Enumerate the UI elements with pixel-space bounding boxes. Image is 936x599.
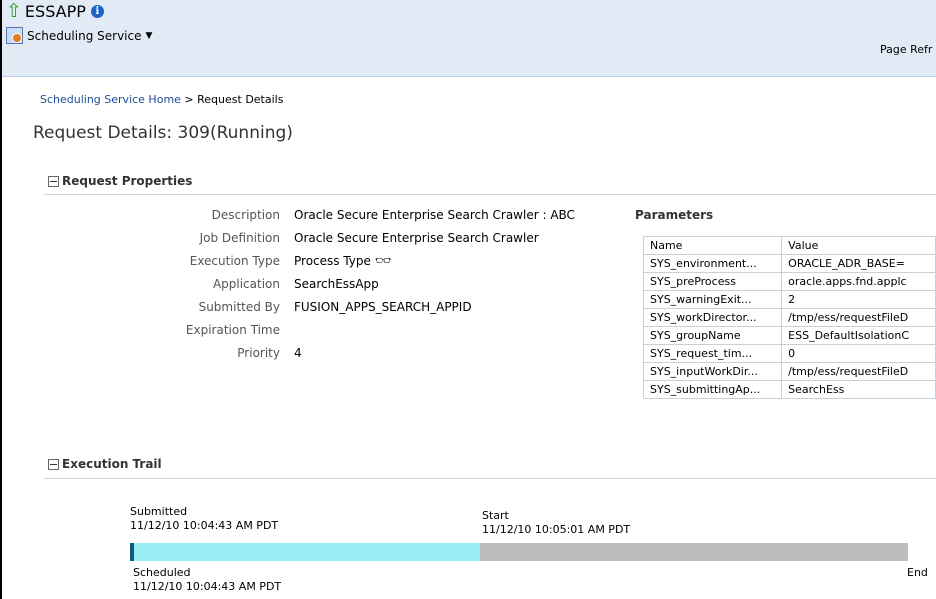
property-row: Submitted By FUSION_APPS_SEARCH_APPID [120, 300, 600, 320]
info-icon[interactable]: i [90, 4, 104, 18]
param-name: SYS_preProcess [642, 272, 783, 291]
param-name: SYS_submittingAp... [642, 380, 783, 399]
table-row[interactable]: SYS_warningExit... 2 [642, 290, 936, 309]
execution-progress-completed [130, 543, 480, 561]
execution-trail-heading: Execution Trail [62, 457, 162, 471]
window-left-border [0, 0, 2, 599]
property-label: Job Definition [199, 231, 280, 245]
property-label: Application [212, 277, 280, 291]
breadcrumb-separator: > [184, 93, 194, 106]
scheduled-time: 11/12/10 10:04:43 AM PDT [133, 580, 282, 593]
table-row[interactable]: SYS_groupName ESS_DefaultIsolationC [642, 326, 936, 345]
breadcrumb-home-link[interactable]: Scheduling Service Home [40, 93, 181, 106]
scheduled-label: Scheduled [133, 566, 191, 579]
property-label: Priority [237, 346, 280, 360]
param-value: ESS_DefaultIsolationC [781, 326, 936, 345]
app-name: ESSAPP [24, 1, 86, 21]
start-label: Start [482, 509, 509, 522]
request-properties-heading: Request Properties [62, 174, 193, 188]
scheduling-service-label: Scheduling Service [27, 28, 142, 43]
param-value: /tmp/ess/requestFileD [781, 362, 936, 381]
property-label: Submitted By [198, 300, 280, 314]
parameters-table: Name Value SYS_environment... ORACLE_ADR… [642, 236, 936, 399]
param-name: SYS_inputWorkDir... [642, 362, 783, 381]
property-value-with-icon: Process Type 👓︎ [294, 254, 391, 269]
property-value: Process Type [294, 254, 371, 268]
collapse-minus-icon[interactable] [48, 175, 59, 187]
property-label: Description [211, 208, 280, 222]
section-divider [44, 194, 936, 195]
execution-progress-pending [480, 543, 908, 561]
app-title: ⇧ ESSAPP i [6, 1, 104, 21]
column-header-value[interactable]: Value [781, 236, 936, 255]
property-row: Job Definition Oracle Secure Enterprise … [120, 231, 600, 251]
property-row: Execution Type Process Type 👓︎ [120, 254, 600, 274]
property-value: SearchEssApp [294, 277, 379, 291]
start-time: 11/12/10 10:05:01 AM PDT [482, 523, 631, 536]
table-row[interactable]: SYS_inputWorkDir... /tmp/ess/requestFile… [642, 362, 936, 381]
property-row: Application SearchEssApp [120, 277, 600, 297]
param-name: SYS_groupName [642, 326, 783, 345]
execution-progress-marker [130, 543, 134, 561]
collapse-minus-icon[interactable] [48, 458, 59, 470]
table-row[interactable]: SYS_request_tim... 0 [642, 344, 936, 363]
property-value: FUSION_APPS_SEARCH_APPID [294, 300, 472, 314]
param-value: oracle.apps.fnd.applc [781, 272, 936, 291]
param-name: SYS_workDirector... [642, 308, 783, 327]
submitted-time: 11/12/10 10:04:43 AM PDT [130, 519, 279, 532]
execution-trail-header[interactable]: Execution Trail [48, 457, 162, 471]
property-value: 4 [294, 346, 302, 360]
param-value: 2 [781, 290, 936, 309]
submitted-label: Submitted [130, 505, 188, 518]
table-row[interactable]: SYS_workDirector... /tmp/ess/requestFile… [642, 308, 936, 327]
property-row: Expiration Time [120, 323, 600, 343]
property-row: Priority 4 [120, 346, 600, 366]
property-label: Execution Type [189, 254, 280, 268]
scheduling-service-menu[interactable]: Scheduling Service ▼ [6, 27, 152, 44]
column-header-name[interactable]: Name [642, 236, 783, 255]
param-value: 0 [781, 344, 936, 363]
table-header-row: Name Value [642, 236, 936, 255]
table-row[interactable]: SYS_preProcess oracle.apps.fnd.applc [642, 272, 936, 291]
param-value: SearchEss [781, 380, 936, 399]
param-name: SYS_request_tim... [642, 344, 783, 363]
section-divider [44, 478, 936, 479]
parameters-heading: Parameters [635, 208, 714, 222]
green-up-arrow-icon[interactable]: ⇧ [6, 1, 22, 21]
property-value: Oracle Secure Enterprise Search Crawler [294, 231, 539, 245]
param-name: SYS_warningExit... [642, 290, 783, 309]
table-row[interactable]: SYS_environment... ORACLE_ADR_BASE= [642, 254, 936, 273]
glasses-icon[interactable]: 👓︎ [375, 254, 392, 269]
caret-down-icon: ▼ [145, 30, 153, 41]
page-title: Request Details: 309(Running) [33, 123, 293, 143]
param-name: SYS_environment... [642, 254, 783, 273]
request-properties-header[interactable]: Request Properties [48, 174, 192, 188]
param-value: /tmp/ess/requestFileD [781, 308, 936, 327]
breadcrumb-current: Request Details [197, 93, 284, 106]
end-label: End [907, 566, 928, 579]
table-row[interactable]: SYS_submittingAp... SearchEss [642, 380, 936, 399]
property-value: Oracle Secure Enterprise Search Crawler … [294, 208, 575, 222]
scheduling-service-icon [6, 27, 23, 44]
app-header: ⇧ ESSAPP i Scheduling Service ▼ Page Ref… [2, 0, 936, 77]
property-row: Description Oracle Secure Enterprise Sea… [120, 208, 600, 228]
property-label: Expiration Time [185, 323, 280, 337]
page-refresh-text: Page Refr [880, 43, 933, 56]
breadcrumb: Scheduling Service Home > Request Detail… [40, 93, 283, 106]
param-value: ORACLE_ADR_BASE= [781, 254, 936, 273]
